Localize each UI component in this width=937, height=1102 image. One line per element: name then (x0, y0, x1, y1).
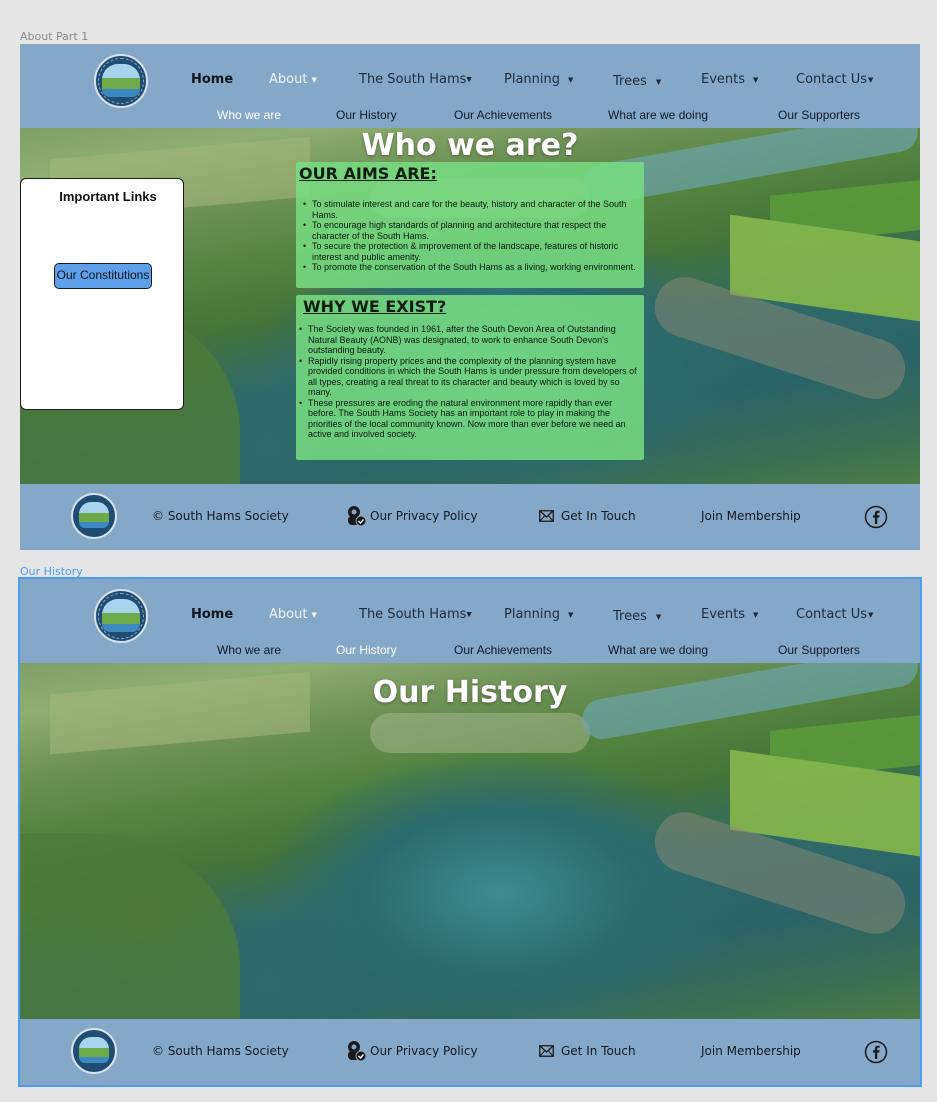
chevron-down-icon: ▼ (568, 75, 574, 84)
chevron-down-icon: ▼ (655, 612, 662, 621)
subnav-what-are-we-doing[interactable]: What are we doing (608, 643, 708, 657)
chevron-down-icon: ▼ (655, 77, 662, 86)
why-heading: WHY WE EXIST? (303, 297, 447, 316)
envelope-icon (539, 510, 554, 522)
nav-contact-label: Contact Us (796, 607, 867, 622)
subnav-our-achievements[interactable]: Our Achievements (454, 643, 552, 657)
site-footer: © South Hams Society Our Privacy Policy … (20, 1019, 920, 1085)
footer-logo[interactable] (71, 1028, 117, 1074)
important-links-title: Important Links (59, 189, 157, 204)
aims-list: To stimulate interest and care for the b… (299, 199, 641, 273)
nav-trees-label: Trees (613, 609, 647, 624)
subnav-who-we-are[interactable]: Who we are (217, 643, 281, 657)
list-item: To secure the protection & improvement o… (303, 241, 641, 262)
nav-contact-us[interactable]: Contact Us▼ (796, 607, 873, 622)
chevron-down-icon: ▼ (568, 610, 574, 619)
frame-label-our-history: Our History (20, 565, 83, 578)
footer-logo[interactable] (71, 493, 117, 539)
nav-home[interactable]: Home (191, 72, 233, 87)
footer-join-membership[interactable]: Join Membership (701, 1044, 801, 1058)
nav-contact-us[interactable]: Contact Us▼ (796, 72, 873, 87)
site-header: Home About ▼ The South Hams▼ Planning ▼ Tr… (20, 44, 920, 128)
page-title: Our History (372, 675, 568, 710)
nav-south-hams-label: The South Hams (359, 72, 467, 87)
list-item: To stimulate interest and care for the b… (303, 199, 641, 220)
subnav-our-achievements[interactable]: Our Achievements (454, 108, 552, 122)
footer-copyright: © South Hams Society (152, 509, 289, 523)
site-logo[interactable] (94, 589, 148, 643)
list-item: These pressures are eroding the natural … (299, 398, 641, 440)
hero-image-estuary: Our History (20, 663, 920, 1019)
nav-trees-label: Trees (613, 74, 647, 89)
nav-the-south-hams[interactable]: The South Hams▼ (359, 72, 472, 87)
facebook-icon[interactable] (864, 505, 888, 529)
footer-get-in-touch[interactable]: Get In Touch (561, 1044, 636, 1058)
chevron-down-icon: ▼ (868, 75, 874, 84)
aims-heading: OUR AIMS ARE: (299, 164, 437, 183)
chevron-down-icon: ▼ (311, 610, 317, 619)
nav-planning-label: Planning (504, 72, 560, 87)
our-constitutions-button[interactable]: Our Constitutions (54, 263, 152, 289)
frame-label-about-part-1: About Part 1 (20, 30, 89, 43)
why-panel: WHY WE EXIST? The Society was founded in… (296, 295, 644, 460)
footer-privacy-policy[interactable]: Our Privacy Policy (370, 509, 478, 523)
facebook-icon[interactable] (864, 1040, 888, 1064)
footer-join-membership[interactable]: Join Membership (701, 509, 801, 523)
chevron-down-icon: ▼ (311, 75, 317, 84)
chevron-down-icon: ▼ (753, 75, 759, 84)
nav-events[interactable]: Events ▼ (701, 72, 758, 87)
nav-planning[interactable]: Planning ▼ (504, 72, 573, 87)
hero-image-estuary: Who we are? Important Links Our Constitu… (20, 128, 920, 484)
chevron-down-icon: ▼ (466, 610, 472, 619)
important-links-box: Important Links Our Constitutions (20, 178, 184, 410)
nav-about[interactable]: About ▼ (269, 72, 317, 87)
envelope-icon (539, 1045, 554, 1057)
site-logo[interactable] (94, 54, 148, 108)
aims-panel: OUR AIMS ARE: To stimulate interest and … (296, 162, 644, 288)
nav-the-south-hams[interactable]: The South Hams▼ (359, 607, 472, 622)
nav-trees[interactable]: Trees ▼ (613, 74, 661, 89)
footer-privacy-policy[interactable]: Our Privacy Policy (370, 1044, 478, 1058)
site-header: Home About ▼ The South Hams▼ Planning ▼ Tr… (20, 579, 920, 663)
nav-planning-label: Planning (504, 607, 560, 622)
nav-trees[interactable]: Trees ▼ (613, 609, 661, 624)
subnav-what-are-we-doing[interactable]: What are we doing (608, 108, 708, 122)
subnav-our-supporters[interactable]: Our Supporters (778, 643, 860, 657)
nav-events-label: Events (701, 607, 746, 622)
privacy-shield-icon (348, 1041, 367, 1062)
subnav-who-we-are[interactable]: Who we are (217, 108, 281, 122)
subnav-our-history[interactable]: Our History (336, 643, 397, 657)
nav-contact-label: Contact Us (796, 72, 867, 87)
nav-events[interactable]: Events ▼ (701, 607, 758, 622)
chevron-down-icon: ▼ (466, 75, 472, 84)
list-item: The Society was founded in 1961, after t… (299, 324, 641, 356)
footer-get-in-touch[interactable]: Get In Touch (561, 509, 636, 523)
chevron-down-icon: ▼ (868, 610, 874, 619)
privacy-shield-icon (348, 506, 367, 527)
why-list: The Society was founded in 1961, after t… (299, 324, 641, 440)
subnav-our-history[interactable]: Our History (336, 108, 397, 122)
nav-events-label: Events (701, 72, 746, 87)
page-title: Who we are? (361, 128, 579, 163)
chevron-down-icon: ▼ (753, 610, 759, 619)
nav-south-hams-label: The South Hams (359, 607, 467, 622)
list-item: Rapidly rising property prices and the c… (299, 356, 641, 398)
list-item: To encourage high standards of planning … (303, 220, 641, 241)
footer-copyright: © South Hams Society (152, 1044, 289, 1058)
subnav-our-supporters[interactable]: Our Supporters (778, 108, 860, 122)
frame-our-history[interactable]: Home About ▼ The South Hams▼ Planning ▼ Tr… (18, 577, 922, 1087)
nav-planning[interactable]: Planning ▼ (504, 607, 573, 622)
frame-about-part-1: Home About ▼ The South Hams▼ Planning ▼ Tr… (20, 44, 920, 550)
nav-home[interactable]: Home (191, 607, 233, 622)
site-footer: © South Hams Society Our Privacy Policy … (20, 484, 920, 550)
list-item: To promote the conservation of the South… (303, 262, 641, 273)
nav-about-label: About (269, 72, 308, 87)
nav-about-label: About (269, 607, 308, 622)
nav-about[interactable]: About ▼ (269, 607, 317, 622)
